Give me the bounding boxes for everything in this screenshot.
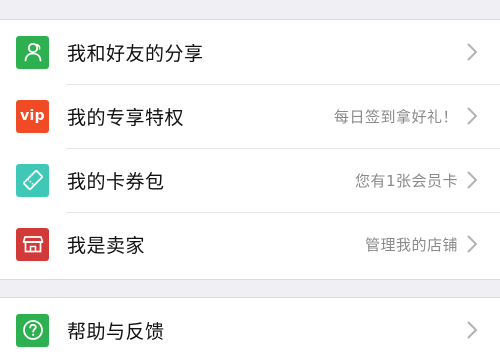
- menu-item-friends-share[interactable]: 我和好友的分享: [0, 20, 500, 84]
- menu-item-subtext: 每日签到拿好礼！: [333, 107, 458, 126]
- vip-icon: vip: [16, 99, 49, 133]
- menu-item-seller[interactable]: 我是卖家 管理我的店铺: [0, 212, 500, 276]
- chevron-right-icon: [467, 171, 478, 189]
- menu-item-label: 我是卖家: [67, 234, 146, 257]
- chevron-right-icon: [467, 43, 478, 61]
- menu-group-help: 帮助与反馈: [0, 297, 500, 360]
- chevron-right-icon: [467, 107, 478, 125]
- menu-item-vip-privileges[interactable]: vip 我的专享特权 每日签到拿好礼！: [0, 84, 500, 148]
- chevron-right-icon: [467, 321, 478, 339]
- menu-item-help-feedback[interactable]: 帮助与反馈: [0, 298, 500, 360]
- profile-menu-screen: 我和好友的分享 vip 我的专享特权 每日签到拿好礼！ 我的卡券包 您有1张会员…: [0, 0, 500, 360]
- menu-item-subtext: 您有1张会员卡: [354, 171, 458, 190]
- vip-icon-text: vip: [20, 108, 45, 124]
- menu-item-label: 帮助与反馈: [67, 320, 165, 343]
- menu-item-label: 我和好友的分享: [67, 42, 204, 65]
- menu-item-subtext: 管理我的店铺: [364, 235, 458, 254]
- menu-item-card-wallet[interactable]: 我的卡券包 您有1张会员卡: [0, 148, 500, 212]
- ticket-icon: [16, 163, 49, 197]
- menu-group-main: 我和好友的分享 vip 我的专享特权 每日签到拿好礼！ 我的卡券包 您有1张会员…: [0, 19, 500, 280]
- help-icon: [16, 313, 49, 347]
- menu-item-label: 我的卡券包: [67, 170, 165, 193]
- store-icon: [16, 227, 49, 261]
- friends-share-icon: [16, 35, 49, 69]
- menu-item-label: 我的专享特权: [67, 106, 185, 129]
- chevron-right-icon: [467, 235, 478, 253]
